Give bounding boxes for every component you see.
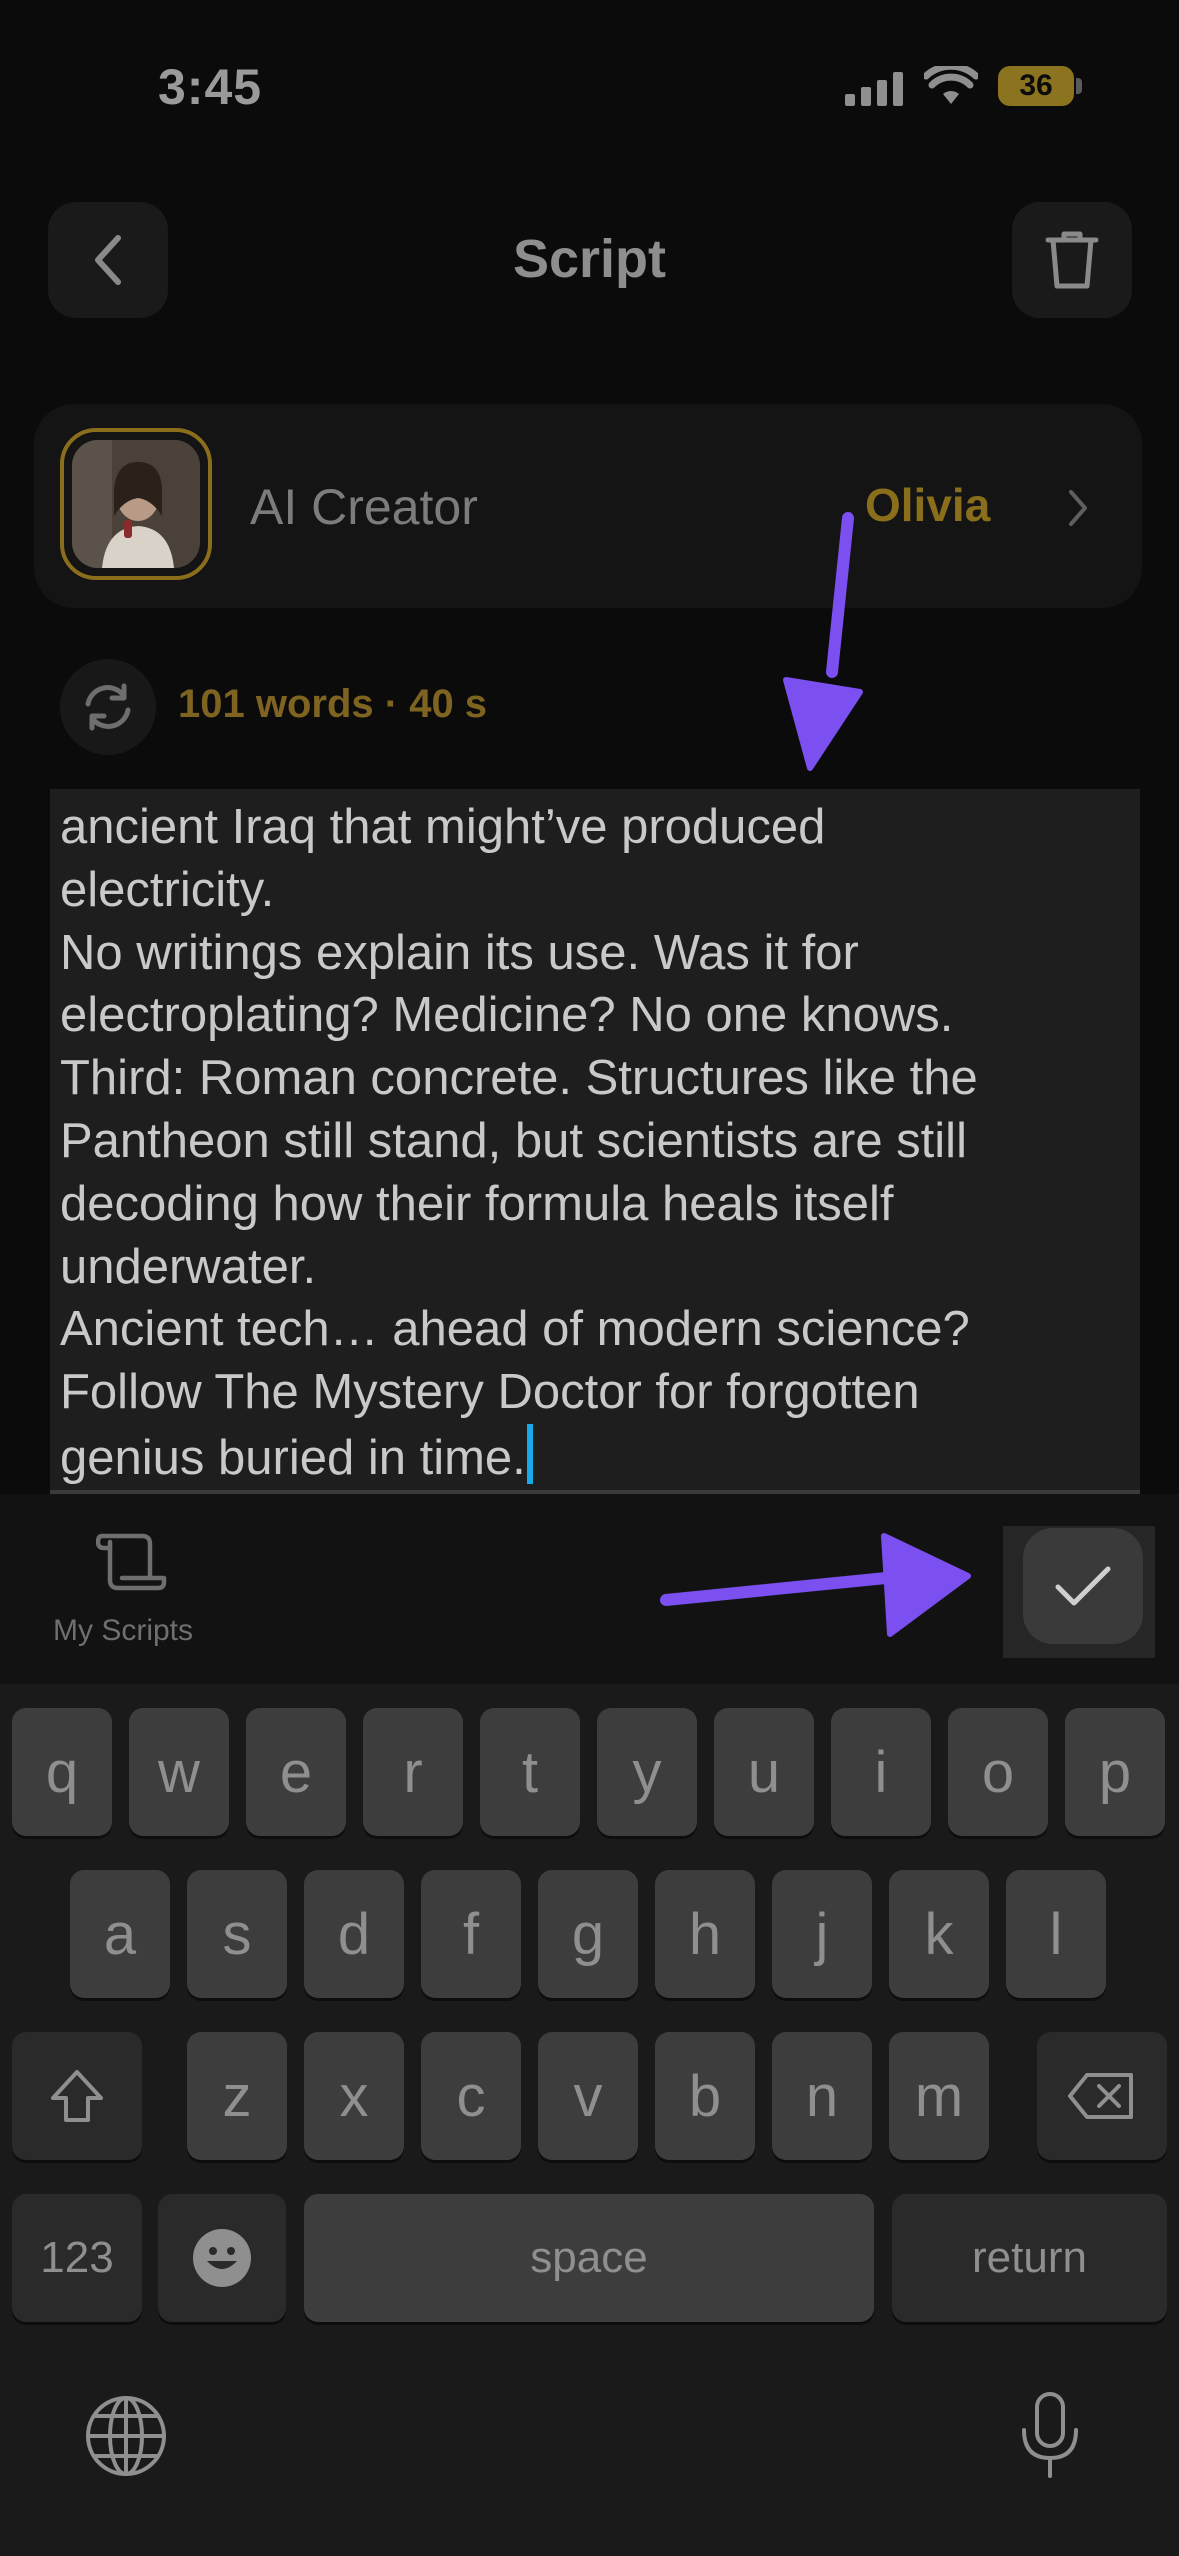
key-q[interactable]: q (12, 1708, 112, 1836)
key-i[interactable]: i (831, 1708, 931, 1836)
key-y[interactable]: y (597, 1708, 697, 1836)
refresh-icon (80, 682, 136, 732)
key-d[interactable]: d (304, 1870, 404, 1998)
script-stats: 101 words · 40 s (178, 682, 488, 726)
script-line: No writings explain its use. Was it for (60, 925, 859, 980)
key-z[interactable]: z (187, 2032, 287, 2160)
creator-avatar (60, 428, 212, 580)
script-line: Ancient tech… ahead of modern science? (60, 1302, 970, 1357)
script-line: electricity. (60, 862, 275, 917)
key-s[interactable]: s (187, 1870, 287, 1998)
emoji-icon (191, 2227, 253, 2289)
script-line: Third: Roman concrete. Structures like t… (60, 1051, 978, 1106)
key-o[interactable]: o (948, 1708, 1048, 1836)
creator-label: AI Creator (250, 479, 478, 535)
creator-name: Olivia (865, 479, 991, 531)
key-f[interactable]: f (421, 1870, 521, 1998)
cellular-signal-icon (845, 72, 905, 106)
delete-button[interactable] (1012, 202, 1132, 318)
script-line: Pantheon still stand, but scientists are… (60, 1113, 967, 1168)
space-key[interactable]: space (304, 2194, 874, 2322)
annotation-arrow-right (656, 1530, 976, 1640)
backspace-icon (1067, 2071, 1137, 2121)
refresh-button[interactable] (60, 659, 156, 755)
key-r[interactable]: r (363, 1708, 463, 1836)
key-l[interactable]: l (1006, 1870, 1106, 1998)
chevron-right-icon (1066, 488, 1090, 528)
script-line: Follow The Mystery Doctor for forgotten (60, 1365, 920, 1420)
script-text[interactable]: ancient Iraq that might’ve produced elect… (60, 796, 1130, 1490)
microphone-icon[interactable] (1018, 2390, 1082, 2482)
key-k[interactable]: k (889, 1870, 989, 1998)
my-scripts-label: My Scripts (53, 1614, 194, 1647)
backspace-key[interactable] (1037, 2032, 1167, 2160)
page-title: Script (512, 229, 667, 289)
key-e[interactable]: e (246, 1708, 346, 1836)
script-line: genius buried in time. (60, 1430, 526, 1485)
shift-key[interactable] (12, 2032, 142, 2160)
key-w[interactable]: w (129, 1708, 229, 1836)
key-u[interactable]: u (714, 1708, 814, 1836)
scroll-icon (96, 1532, 168, 1592)
key-h[interactable]: h (655, 1870, 755, 1998)
key-x[interactable]: x (304, 2032, 404, 2160)
checkmark-icon (1053, 1563, 1113, 1609)
annotation-arrow-down (780, 512, 880, 772)
script-line: underwater. (60, 1239, 317, 1294)
emoji-key[interactable] (158, 2194, 286, 2322)
key-p[interactable]: p (1065, 1708, 1165, 1836)
trash-icon (1044, 228, 1100, 292)
key-a[interactable]: a (70, 1870, 170, 1998)
script-line: ancient Iraq that might’ve produced (60, 800, 826, 854)
key-g[interactable]: g (538, 1870, 638, 1998)
battery-tip (1076, 78, 1082, 94)
battery-level: 36 (1019, 69, 1053, 102)
numbers-key[interactable]: 123 (12, 2194, 142, 2322)
key-v[interactable]: v (538, 2032, 638, 2160)
return-key[interactable]: return (892, 2194, 1167, 2322)
confirm-button[interactable] (1023, 1528, 1143, 1644)
avatar-image (72, 440, 200, 568)
text-cursor (526, 1423, 533, 1484)
key-c[interactable]: c (421, 2032, 521, 2160)
script-line: decoding how their formula heals itself (60, 1176, 894, 1231)
globe-icon[interactable] (84, 2394, 168, 2478)
key-m[interactable]: m (889, 2032, 989, 2160)
script-line: electroplating? Medicine? No one knows. (60, 988, 954, 1043)
shift-icon (47, 2068, 107, 2124)
wifi-icon (924, 66, 978, 106)
key-n[interactable]: n (772, 2032, 872, 2160)
key-j[interactable]: j (772, 1870, 872, 1998)
key-b[interactable]: b (655, 2032, 755, 2160)
key-t[interactable]: t (480, 1708, 580, 1836)
battery-icon: 36 (998, 66, 1074, 106)
keyboard: q w e r t y u i o p a s d f g h j k l z … (0, 1684, 1179, 2556)
status-time: 3:45 (158, 59, 263, 115)
